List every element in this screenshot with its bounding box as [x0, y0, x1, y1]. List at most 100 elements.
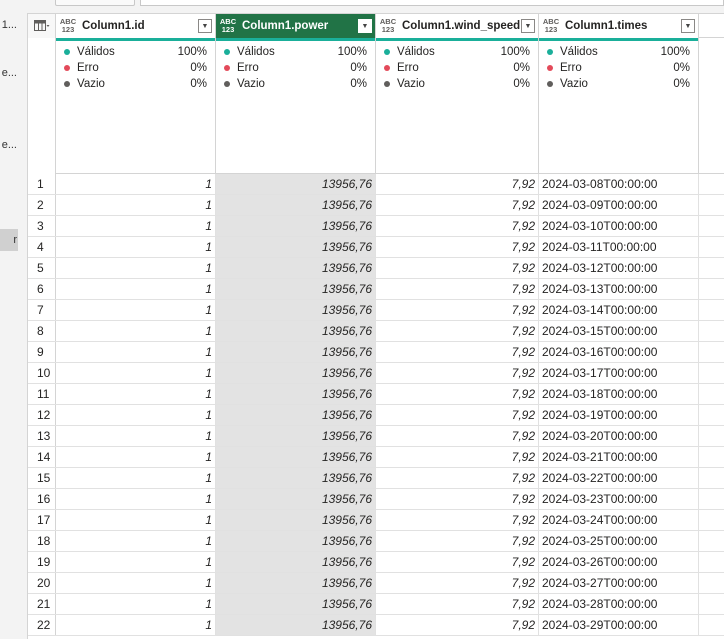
cell-power[interactable]: 13956,76 — [216, 426, 376, 446]
row-number[interactable]: 20 — [28, 573, 56, 593]
cell-times[interactable]: 2024-03-23T00:00:00 — [539, 489, 699, 509]
column-header-power[interactable]: ABC 123 Column1.power ▼ — [216, 14, 376, 38]
query-item[interactable]: e... — [0, 134, 18, 156]
cell-power[interactable]: 13956,76 — [216, 174, 376, 194]
row-number[interactable]: 5 — [28, 258, 56, 278]
table-row[interactable]: 13 1 13956,76 7,92 2024-03-20T00:00:00 — [28, 426, 724, 447]
type-any-icon[interactable]: ABC 123 — [58, 18, 78, 34]
table-row[interactable]: 16 1 13956,76 7,92 2024-03-23T00:00:00 — [28, 489, 724, 510]
table-row[interactable]: 22 1 13956,76 7,92 2024-03-29T00:00:00 — [28, 615, 724, 636]
row-number[interactable]: 15 — [28, 468, 56, 488]
cell-power[interactable]: 13956,76 — [216, 342, 376, 362]
table-row[interactable]: 19 1 13956,76 7,92 2024-03-26T00:00:00 — [28, 552, 724, 573]
cell-id[interactable]: 1 — [56, 426, 216, 446]
cell-power[interactable]: 13956,76 — [216, 195, 376, 215]
cell-power[interactable]: 13956,76 — [216, 405, 376, 425]
query-item[interactable]: e... — [0, 62, 18, 84]
row-number[interactable]: 3 — [28, 216, 56, 236]
cell-power[interactable]: 13956,76 — [216, 300, 376, 320]
cell-times[interactable]: 2024-03-14T00:00:00 — [539, 300, 699, 320]
chevron-down-icon[interactable]: ▼ — [198, 19, 212, 33]
table-row[interactable]: 11 1 13956,76 7,92 2024-03-18T00:00:00 — [28, 384, 724, 405]
cell-power[interactable]: 13956,76 — [216, 552, 376, 572]
row-number[interactable]: 14 — [28, 447, 56, 467]
table-row[interactable]: 14 1 13956,76 7,92 2024-03-21T00:00:00 — [28, 447, 724, 468]
row-number[interactable]: 17 — [28, 510, 56, 530]
row-number[interactable]: 22 — [28, 615, 56, 635]
cell-id[interactable]: 1 — [56, 489, 216, 509]
cell-times[interactable]: 2024-03-26T00:00:00 — [539, 552, 699, 572]
table-row[interactable]: 15 1 13956,76 7,92 2024-03-22T00:00:00 — [28, 468, 724, 489]
cell-power[interactable]: 13956,76 — [216, 384, 376, 404]
table-row[interactable]: 21 1 13956,76 7,92 2024-03-28T00:00:00 — [28, 594, 724, 615]
row-number[interactable]: 12 — [28, 405, 56, 425]
row-number[interactable]: 10 — [28, 363, 56, 383]
cell-power[interactable]: 13956,76 — [216, 216, 376, 236]
table-menu-button[interactable] — [28, 14, 56, 38]
table-row[interactable]: 1 1 13956,76 7,92 2024-03-08T00:00:00 — [28, 174, 724, 195]
cell-wind-speed[interactable]: 7,92 — [376, 405, 539, 425]
cell-wind-speed[interactable]: 7,92 — [376, 594, 539, 614]
cell-power[interactable]: 13956,76 — [216, 594, 376, 614]
cell-id[interactable]: 1 — [56, 321, 216, 341]
row-number[interactable]: 9 — [28, 342, 56, 362]
cell-wind-speed[interactable]: 7,92 — [376, 216, 539, 236]
cell-times[interactable]: 2024-03-29T00:00:00 — [539, 615, 699, 635]
row-number[interactable]: 13 — [28, 426, 56, 446]
cell-times[interactable]: 2024-03-20T00:00:00 — [539, 426, 699, 446]
formula-bar[interactable] — [140, 0, 724, 6]
table-row[interactable]: 6 1 13956,76 7,92 2024-03-13T00:00:00 — [28, 279, 724, 300]
cell-times[interactable]: 2024-03-16T00:00:00 — [539, 342, 699, 362]
cell-id[interactable]: 1 — [56, 258, 216, 278]
cell-power[interactable]: 13956,76 — [216, 615, 376, 635]
cell-id[interactable]: 1 — [56, 405, 216, 425]
cell-id[interactable]: 1 — [56, 573, 216, 593]
chevron-down-icon[interactable]: ▼ — [681, 19, 695, 33]
row-number[interactable]: 7 — [28, 300, 56, 320]
cell-wind-speed[interactable]: 7,92 — [376, 300, 539, 320]
cell-power[interactable]: 13956,76 — [216, 468, 376, 488]
chevron-down-icon[interactable]: ▼ — [521, 19, 535, 33]
cell-wind-speed[interactable]: 7,92 — [376, 447, 539, 467]
cell-id[interactable]: 1 — [56, 384, 216, 404]
cell-id[interactable]: 1 — [56, 279, 216, 299]
cell-wind-speed[interactable]: 7,92 — [376, 258, 539, 278]
cell-power[interactable]: 13956,76 — [216, 531, 376, 551]
cell-times[interactable]: 2024-03-13T00:00:00 — [539, 279, 699, 299]
table-row[interactable]: 2 1 13956,76 7,92 2024-03-09T00:00:00 — [28, 195, 724, 216]
table-row[interactable]: 20 1 13956,76 7,92 2024-03-27T00:00:00 — [28, 573, 724, 594]
cell-id[interactable]: 1 — [56, 300, 216, 320]
cell-id[interactable]: 1 — [56, 594, 216, 614]
column-header-wind-speed[interactable]: ABC 123 Column1.wind_speed ▼ — [376, 14, 539, 38]
cell-times[interactable]: 2024-03-15T00:00:00 — [539, 321, 699, 341]
cell-times[interactable]: 2024-03-17T00:00:00 — [539, 363, 699, 383]
row-number[interactable]: 1 — [28, 174, 56, 194]
cell-id[interactable]: 1 — [56, 342, 216, 362]
query-item[interactable]: 1... — [0, 14, 18, 36]
cell-id[interactable]: 1 — [56, 174, 216, 194]
cell-times[interactable]: 2024-03-09T00:00:00 — [539, 195, 699, 215]
table-row[interactable]: 8 1 13956,76 7,92 2024-03-15T00:00:00 — [28, 321, 724, 342]
cell-wind-speed[interactable]: 7,92 — [376, 321, 539, 341]
cell-id[interactable]: 1 — [56, 531, 216, 551]
cell-id[interactable]: 1 — [56, 615, 216, 635]
cell-times[interactable]: 2024-03-21T00:00:00 — [539, 447, 699, 467]
cell-wind-speed[interactable]: 7,92 — [376, 489, 539, 509]
chevron-down-icon[interactable]: ▼ — [358, 19, 372, 33]
row-number[interactable]: 19 — [28, 552, 56, 572]
cell-power[interactable]: 13956,76 — [216, 237, 376, 257]
type-any-icon[interactable]: ABC 123 — [378, 18, 398, 34]
table-row[interactable]: 5 1 13956,76 7,92 2024-03-12T00:00:00 — [28, 258, 724, 279]
cell-power[interactable]: 13956,76 — [216, 510, 376, 530]
cell-id[interactable]: 1 — [56, 447, 216, 467]
cell-wind-speed[interactable]: 7,92 — [376, 174, 539, 194]
cell-id[interactable]: 1 — [56, 237, 216, 257]
cell-id[interactable]: 1 — [56, 510, 216, 530]
cell-power[interactable]: 13956,76 — [216, 321, 376, 341]
cell-wind-speed[interactable]: 7,92 — [376, 531, 539, 551]
cell-wind-speed[interactable]: 7,92 — [376, 573, 539, 593]
row-number[interactable]: 21 — [28, 594, 56, 614]
row-number[interactable]: 6 — [28, 279, 56, 299]
table-row[interactable]: 3 1 13956,76 7,92 2024-03-10T00:00:00 — [28, 216, 724, 237]
cell-power[interactable]: 13956,76 — [216, 573, 376, 593]
